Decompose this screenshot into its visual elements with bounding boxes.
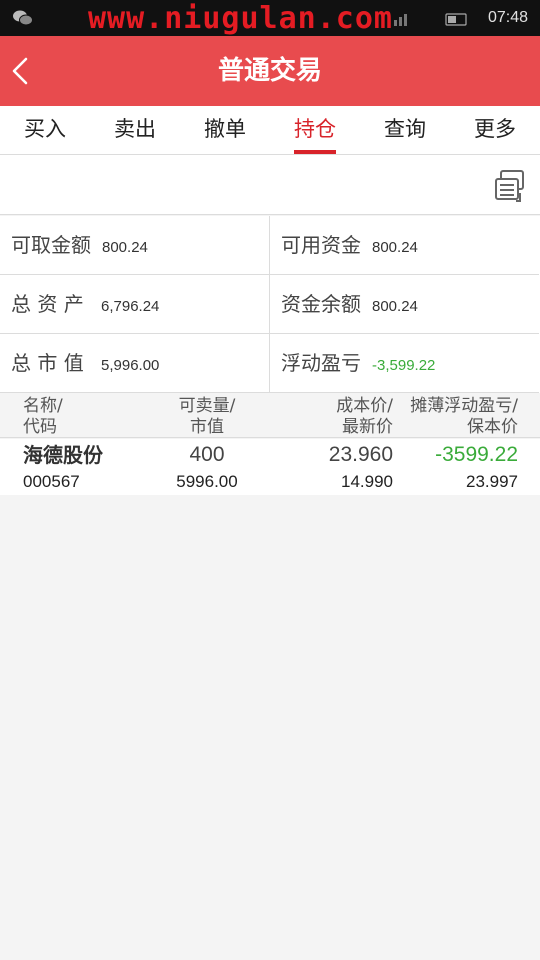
tab-positions[interactable]: 持仓: [270, 106, 360, 154]
column-header: 名称/: [23, 396, 63, 416]
column-header: 可卖量/: [178, 396, 236, 416]
summary-value: 800.24: [372, 298, 418, 315]
tab-cancel-order[interactable]: 撤单: [180, 106, 270, 154]
summary-balance: 资金余额 800.24: [269, 275, 539, 334]
watermark-text: www.niugulan.com: [88, 1, 393, 36]
signal-icon: [394, 13, 467, 26]
summary-value: 5,996.00: [101, 357, 160, 374]
tab-query[interactable]: 查询: [360, 106, 450, 154]
stock-code: 000567: [23, 472, 80, 491]
status-bar: www.niugulan.com 07:48: [0, 0, 540, 36]
page-title: 普通交易: [217, 56, 322, 86]
summary-label: 可取金额: [11, 233, 91, 257]
summary-value: -3,599.22: [372, 357, 436, 374]
summary-withdrawable: 可取金额 800.24: [0, 216, 270, 275]
floating-pl: -3599.22: [435, 443, 518, 466]
column-header: 市值: [190, 417, 224, 437]
breakeven-price: 23.997: [466, 472, 518, 491]
summary-label: 可用资金: [281, 233, 361, 257]
tab-buy[interactable]: 买入: [0, 106, 90, 154]
tab-bar: 买入 卖出 撤单 持仓 查询 更多: [0, 106, 540, 155]
account-summary: 可取金额 800.24 可用资金 800.24 总 资 产 6,796.24 资…: [0, 216, 540, 393]
position-market-value: 5996.00: [176, 472, 238, 491]
summary-floating-pl: 浮动盈亏 -3,599.22: [269, 334, 539, 393]
column-header: 最新价: [342, 417, 393, 437]
column-header: 摊薄浮动盈亏/: [410, 396, 518, 416]
cost-price: 23.960: [328, 443, 393, 466]
active-tab-indicator: [294, 150, 336, 154]
stock-name: 海德股份: [23, 443, 103, 467]
sellable-qty: 400: [189, 443, 225, 466]
latest-price: 14.990: [341, 472, 393, 491]
summary-label: 总 资 产: [11, 292, 84, 316]
summary-label: 浮动盈亏: [281, 351, 361, 375]
summary-total-assets: 总 资 产 6,796.24: [0, 275, 270, 334]
clock-time: 07:48: [487, 9, 528, 26]
summary-value: 800.24: [102, 239, 148, 256]
positions-table-header: 名称/ 代码 可卖量/ 市值 成本价/ 最新价 摊薄浮动盈亏/ 保本价: [0, 394, 540, 438]
tab-sell[interactable]: 卖出: [90, 106, 180, 154]
summary-label: 总 市 值: [11, 351, 84, 375]
summary-available: 可用资金 800.24: [269, 216, 539, 275]
summary-value: 6,796.24: [101, 298, 160, 315]
tab-more[interactable]: 更多: [450, 106, 540, 154]
column-header: 保本价: [467, 417, 518, 437]
summary-value: 800.24: [372, 239, 418, 256]
column-header: 代码: [23, 417, 57, 437]
summary-label: 资金余额: [281, 292, 361, 316]
column-header: 成本价/: [336, 396, 393, 416]
wechat-icon: [13, 10, 33, 26]
table-row[interactable]: 海德股份 000567 400 5996.00 23.960 14.990 -3…: [0, 439, 540, 495]
toolbar: [0, 155, 540, 215]
summary-market-value: 总 市 值 5,996.00: [0, 334, 270, 393]
refresh-icon[interactable]: [494, 169, 528, 205]
app-header: 普通交易: [0, 36, 540, 106]
